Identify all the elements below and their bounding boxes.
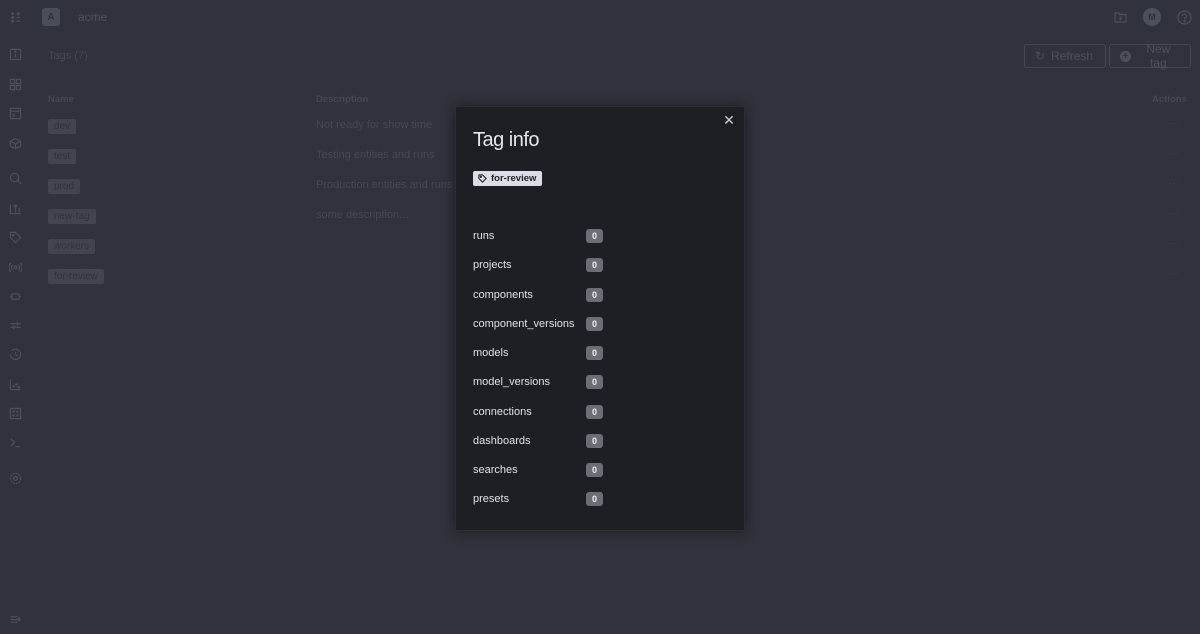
count-row-model-versions: model_versions 0 bbox=[473, 374, 733, 390]
modal-title: Tag info bbox=[473, 129, 540, 151]
count-badge: 0 bbox=[586, 317, 603, 331]
count-badge: 0 bbox=[586, 229, 603, 243]
close-icon[interactable]: ✕ bbox=[722, 113, 736, 127]
count-row-runs: runs 0 bbox=[473, 228, 733, 244]
count-row-dashboards: dashboards 0 bbox=[473, 433, 733, 449]
count-badge: 0 bbox=[586, 405, 603, 419]
count-row-projects: projects 0 bbox=[473, 257, 733, 273]
count-badge: 0 bbox=[586, 258, 603, 272]
count-badge: 0 bbox=[586, 463, 603, 477]
count-row-connections: connections 0 bbox=[473, 404, 733, 420]
count-row-presets: presets 0 bbox=[473, 491, 733, 507]
count-row-components: components 0 bbox=[473, 287, 733, 303]
count-row-searches: searches 0 bbox=[473, 462, 733, 478]
count-badge: 0 bbox=[586, 375, 603, 389]
count-row-models: models 0 bbox=[473, 345, 733, 361]
app: A acme M Tags (7) ↻ Refresh + New tag Na… bbox=[0, 0, 1200, 634]
modal-tag-chip: for-review bbox=[473, 171, 543, 186]
count-badge: 0 bbox=[586, 434, 603, 448]
count-badge: 0 bbox=[586, 288, 603, 302]
count-row-component-versions: component_versions 0 bbox=[473, 316, 733, 332]
tag-info-modal: ✕ Tag info for-review runs 0 projects 0 co… bbox=[455, 106, 745, 531]
tag-icon bbox=[478, 174, 487, 183]
count-badge: 0 bbox=[586, 492, 603, 506]
count-badge: 0 bbox=[586, 346, 603, 360]
